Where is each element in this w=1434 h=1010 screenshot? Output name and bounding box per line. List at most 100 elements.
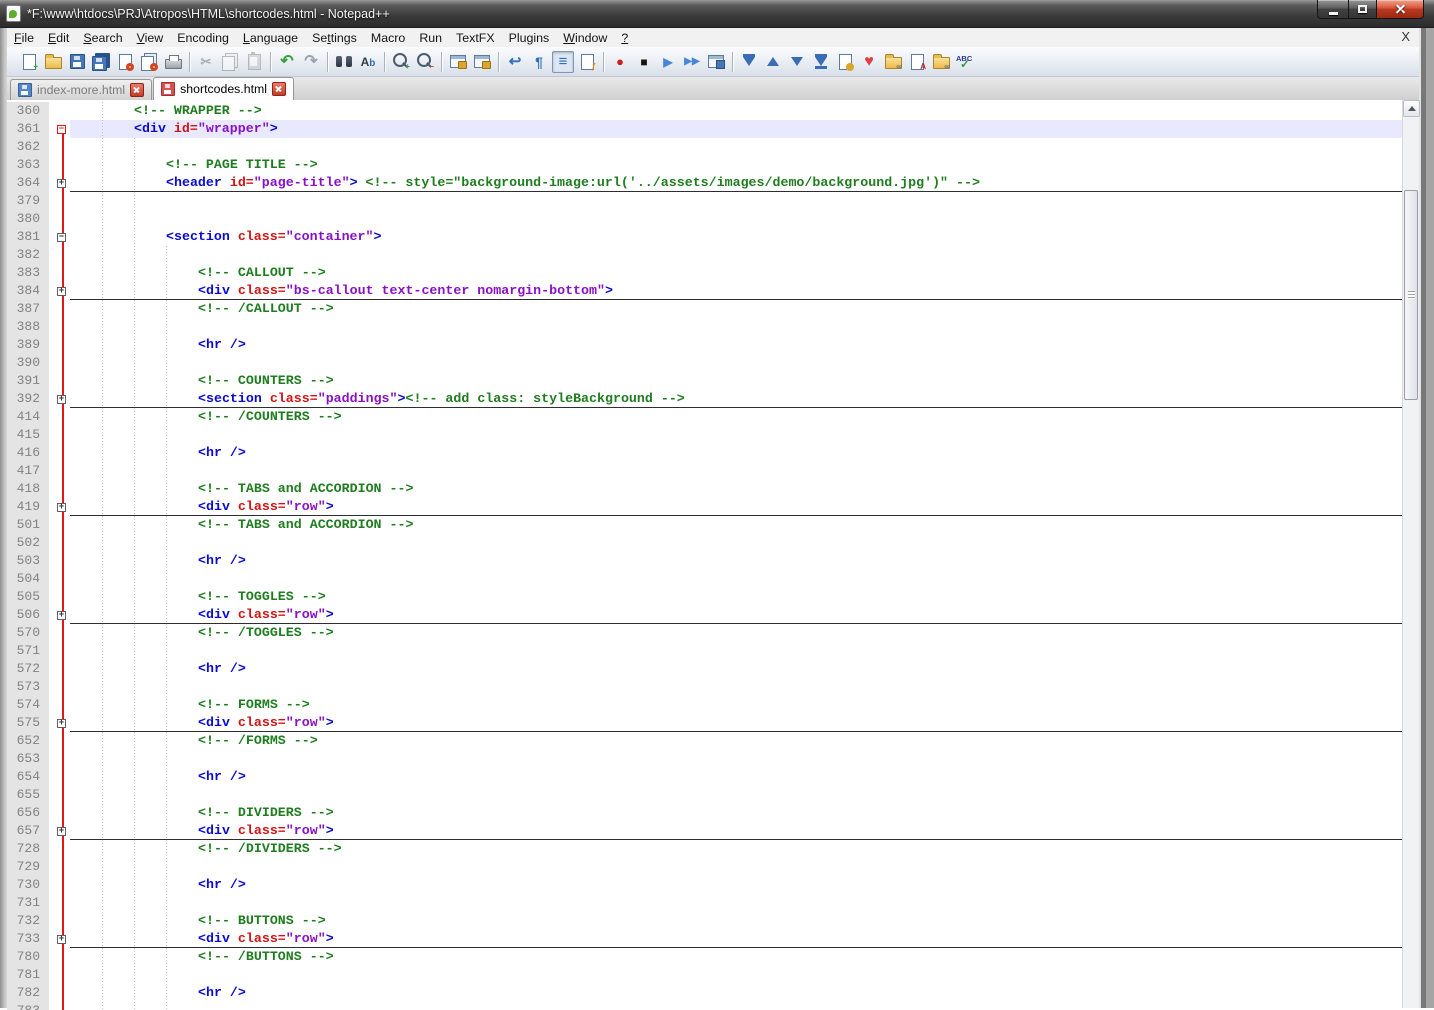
code-text[interactable]: <!-- /CALLOUT --> <box>70 300 1402 318</box>
vertical-scrollbar[interactable] <box>1402 100 1420 1008</box>
line-number[interactable]: 782 <box>7 984 49 1002</box>
line-number[interactable]: 729 <box>7 858 49 876</box>
code-text[interactable]: <div class="row"> <box>70 606 1402 624</box>
menu-item-edit[interactable]: Edit <box>41 30 76 46</box>
code-text[interactable]: <!-- /BUTTONS --> <box>70 948 1402 966</box>
code-text[interactable] <box>70 192 1402 210</box>
line-number[interactable]: 392 <box>7 390 49 408</box>
zoom-in-button[interactable]: + <box>390 51 412 73</box>
sync-vertical-button[interactable] <box>447 51 469 73</box>
fold-margin[interactable] <box>49 444 70 462</box>
code-text[interactable]: <section class="container"> <box>70 228 1402 246</box>
code-text[interactable]: <hr /> <box>70 336 1402 354</box>
line-number[interactable]: 414 <box>7 408 49 426</box>
copy-button[interactable] <box>219 51 241 73</box>
code-text[interactable]: <!-- PAGE TITLE --> <box>70 156 1402 174</box>
menubar-close-doc-button[interactable]: X <box>1401 29 1410 44</box>
code-text[interactable]: <!-- DIVIDERS --> <box>70 804 1402 822</box>
fold-margin[interactable] <box>49 210 70 228</box>
sync-horizontal-button[interactable] <box>471 51 493 73</box>
fold-expand-box[interactable]: + <box>57 286 66 296</box>
textfx-collapse-button[interactable] <box>738 51 760 73</box>
code-text[interactable]: <div class="row"> <box>70 498 1402 516</box>
fold-expand-box[interactable]: + <box>57 178 66 188</box>
code-text[interactable]: <!-- COUNTERS --> <box>70 372 1402 390</box>
fold-margin[interactable]: + <box>49 282 70 300</box>
code-text[interactable] <box>70 678 1402 696</box>
fold-margin[interactable]: − <box>49 120 70 138</box>
macro-save-button[interactable] <box>705 51 727 73</box>
new-file-button[interactable]: + <box>18 51 40 73</box>
restore-button[interactable] <box>1348 0 1377 19</box>
code-text[interactable]: <hr /> <box>70 768 1402 786</box>
fold-margin[interactable] <box>49 804 70 822</box>
fold-margin[interactable] <box>49 552 70 570</box>
line-number[interactable]: 503 <box>7 552 49 570</box>
fold-margin[interactable] <box>49 318 70 336</box>
line-number[interactable]: 501 <box>7 516 49 534</box>
menu-item-view[interactable]: View <box>130 30 171 46</box>
save-all-button[interactable] <box>90 51 112 73</box>
line-number[interactable]: 730 <box>7 876 49 894</box>
fold-margin[interactable] <box>49 102 70 120</box>
print-button[interactable] <box>162 51 184 73</box>
fold-margin[interactable] <box>49 192 70 210</box>
line-number[interactable]: 361 <box>7 120 49 138</box>
fold-margin[interactable] <box>49 660 70 678</box>
code-text[interactable] <box>70 138 1402 156</box>
line-number[interactable]: 783 <box>7 1002 49 1010</box>
code-text[interactable]: <header id="page-title"> <!-- style="bac… <box>70 174 1402 192</box>
fold-margin[interactable] <box>49 840 70 858</box>
code-text[interactable]: <!-- /FORMS --> <box>70 732 1402 750</box>
line-number[interactable]: 383 <box>7 264 49 282</box>
code-text[interactable]: <hr /> <box>70 444 1402 462</box>
close-file-button[interactable]: - <box>114 51 136 73</box>
code-text[interactable]: <div class="row"> <box>70 822 1402 840</box>
fold-expand-box[interactable]: + <box>57 934 66 944</box>
code-text[interactable] <box>70 462 1402 480</box>
fold-margin[interactable]: + <box>49 498 70 516</box>
fold-margin[interactable] <box>49 624 70 642</box>
code-text[interactable]: <div class="row"> <box>70 930 1402 948</box>
function-completion-button[interactable]: ƒ <box>576 51 598 73</box>
line-number[interactable]: 780 <box>7 948 49 966</box>
line-number[interactable]: 415 <box>7 426 49 444</box>
line-number[interactable]: 733 <box>7 930 49 948</box>
menu-item-window[interactable]: Window <box>556 30 614 46</box>
code-text[interactable]: <!-- WRAPPER --> <box>70 102 1402 120</box>
code-text[interactable]: <!-- CALLOUT --> <box>70 264 1402 282</box>
fold-margin[interactable] <box>49 588 70 606</box>
line-number[interactable]: 656 <box>7 804 49 822</box>
code-text[interactable]: <div id="wrapper"> <box>70 120 1402 138</box>
line-number[interactable]: 657 <box>7 822 49 840</box>
undo-button[interactable]: ↶ <box>276 51 298 73</box>
line-number[interactable]: 391 <box>7 372 49 390</box>
menu-item-macro[interactable]: Macro <box>364 30 412 46</box>
line-number[interactable]: 418 <box>7 480 49 498</box>
fold-expand-box[interactable]: + <box>57 502 66 512</box>
fold-margin[interactable] <box>49 534 70 552</box>
spell-check-button[interactable]: ABC ✓ <box>954 51 976 73</box>
line-number[interactable]: 653 <box>7 750 49 768</box>
line-number[interactable]: 575 <box>7 714 49 732</box>
line-number[interactable]: 506 <box>7 606 49 624</box>
code-text[interactable]: <div class="row"> <box>70 714 1402 732</box>
macro-play-button[interactable]: ▶ <box>657 51 679 73</box>
fold-margin[interactable] <box>49 354 70 372</box>
fold-margin[interactable] <box>49 372 70 390</box>
fold-collapse-box[interactable]: − <box>57 232 66 242</box>
project-folder2-button[interactable]: ∞ <box>930 51 952 73</box>
code-text[interactable] <box>70 570 1402 588</box>
close-all-button[interactable]: - <box>138 51 160 73</box>
code-text[interactable] <box>70 966 1402 984</box>
tab-index-more-html[interactable]: index-more.html <box>10 79 153 100</box>
fold-margin[interactable] <box>49 966 70 984</box>
redo-button[interactable]: ↷ <box>300 51 322 73</box>
menu-item-[interactable]: ? <box>614 30 635 46</box>
close-button[interactable] <box>1377 0 1424 19</box>
line-number[interactable]: 504 <box>7 570 49 588</box>
code-text[interactable]: <!-- /TOGGLES --> <box>70 624 1402 642</box>
project-folder-button[interactable]: ∞ <box>882 51 904 73</box>
line-number[interactable]: 502 <box>7 534 49 552</box>
code-text[interactable]: <!-- TABS and ACCORDION --> <box>70 516 1402 534</box>
